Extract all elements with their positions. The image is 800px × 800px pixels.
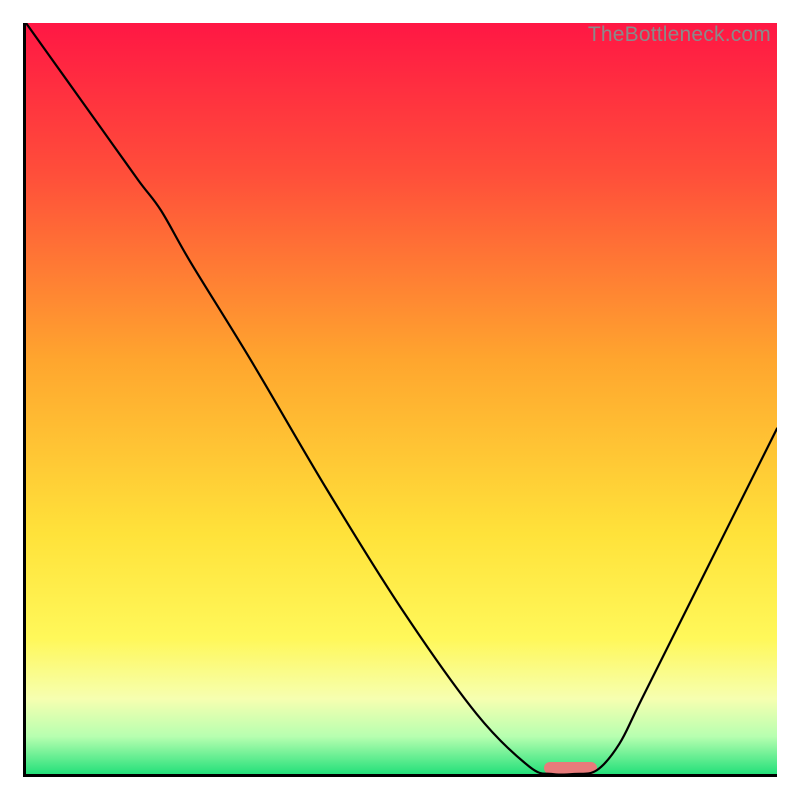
plot-area: TheBottleneck.com (26, 23, 777, 774)
chart-frame: TheBottleneck.com (23, 23, 777, 777)
x-axis (23, 774, 777, 777)
bottleneck-curve (26, 23, 777, 774)
